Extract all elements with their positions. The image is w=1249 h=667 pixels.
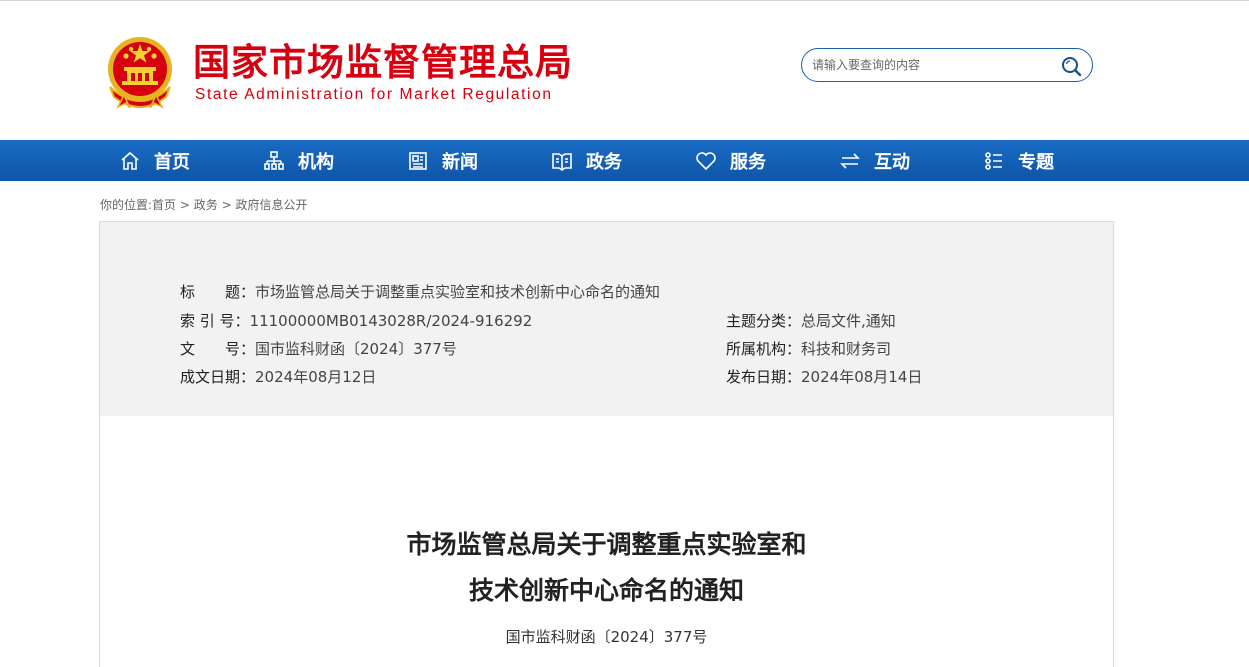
meta-category-label: 主题分类： [726, 312, 802, 330]
meta-index-label: 索 引 号： [180, 312, 250, 330]
meta-written-value: 2024年08月12日 [255, 368, 377, 386]
meta-title-value: 市场监管总局关于调整重点实验室和技术创新中心命名的通知 [255, 283, 661, 301]
national-emblem-icon[interactable] [104, 35, 176, 109]
meta-index-row: 索 引 号：11100000MB0143028R/2024-916292 [180, 310, 532, 331]
breadcrumb-home[interactable]: 首页 [152, 198, 176, 212]
nav-label-news: 新闻 [442, 151, 478, 173]
nav-item-topics[interactable]: 专题 [983, 140, 1054, 181]
site-header: 国家市场监督管理总局 State Administration for Mark… [0, 0, 1249, 140]
heart-icon [696, 151, 716, 170]
article-body: 市场监管总局关于调整重点实验室和 技术创新中心命名的通知 国市监科财函〔2024… [99, 416, 1114, 667]
breadcrumb-prefix: 你的位置: [100, 198, 153, 212]
meta-org-value: 科技和财务司 [801, 340, 892, 358]
meta-title-label: 标 题： [180, 283, 256, 301]
nav-label-interaction: 互动 [874, 151, 910, 173]
breadcrumb-government[interactable]: 政务 [194, 198, 218, 212]
nav-item-government[interactable]: 政务 [551, 140, 622, 181]
breadcrumb: 你的位置:首页 > 政务 > 政府信息公开 [100, 196, 307, 213]
nav-item-home[interactable]: 首页 [119, 140, 190, 181]
nav-item-org[interactable]: 机构 [263, 140, 334, 181]
meta-docno-row: 文 号：国市监科财函〔2024〕377号 [180, 338, 457, 359]
meta-index-value: 11100000MB0143028R/2024-916292 [249, 312, 533, 330]
meta-category-row: 主题分类：总局文件,通知 [726, 310, 896, 331]
breadcrumb-separator: > [217, 198, 236, 212]
nav-item-news[interactable]: 新闻 [407, 140, 478, 181]
nav-item-service[interactable]: 服务 [695, 140, 766, 181]
exchange-arrows-icon [840, 152, 860, 169]
home-icon [121, 151, 139, 170]
meta-title-row: 标 题：市场监管总局关于调整重点实验室和技术创新中心命名的通知 [180, 281, 660, 302]
document-meta-box: 标 题：市场监管总局关于调整重点实验室和技术创新中心命名的通知 索 引 号：11… [99, 221, 1114, 417]
meta-publish-value: 2024年08月14日 [801, 368, 923, 386]
article-title-line1: 市场监管总局关于调整重点实验室和 [406, 530, 807, 559]
nav-item-interaction[interactable]: 互动 [839, 140, 910, 181]
nav-label-org: 机构 [298, 151, 334, 173]
site-logo-title[interactable]: 国家市场监督管理总局 [193, 40, 573, 86]
nav-label-topics: 专题 [1018, 151, 1054, 173]
nav-label-government: 政务 [586, 151, 622, 173]
government-icon [552, 152, 572, 171]
meta-written-label: 成文日期： [180, 368, 256, 386]
article-doc-number: 国市监科财函〔2024〕377号 [505, 628, 708, 646]
search-icon[interactable] [1060, 55, 1082, 77]
search-box [801, 48, 1093, 82]
org-chart-icon [264, 150, 284, 170]
meta-publish-label: 发布日期： [726, 368, 802, 386]
site-logo-subtitle[interactable]: State Administration for Market Regulati… [195, 86, 553, 104]
breadcrumb-separator: > [176, 198, 194, 212]
topic-list-icon [985, 151, 1002, 170]
breadcrumb-info-disclosure[interactable]: 政府信息公开 [235, 198, 307, 212]
meta-org-row: 所属机构：科技和财务司 [726, 338, 891, 359]
news-icon [409, 151, 427, 170]
meta-docno-value: 国市监科财函〔2024〕377号 [255, 340, 457, 358]
main-nav: 首页 机构 新闻 政务 服务 互动 专题 [0, 140, 1249, 181]
article-title-line2: 技术创新中心命名的通知 [468, 576, 744, 605]
search-input[interactable] [812, 55, 1052, 75]
meta-docno-label: 文 号： [180, 340, 256, 358]
meta-publish-row: 发布日期：2024年08月14日 [726, 366, 922, 387]
nav-label-home: 首页 [154, 151, 190, 173]
meta-org-label: 所属机构： [726, 340, 802, 358]
meta-written-row: 成文日期：2024年08月12日 [180, 366, 376, 387]
nav-label-service: 服务 [730, 151, 766, 173]
meta-category-value: 总局文件,通知 [801, 312, 896, 330]
